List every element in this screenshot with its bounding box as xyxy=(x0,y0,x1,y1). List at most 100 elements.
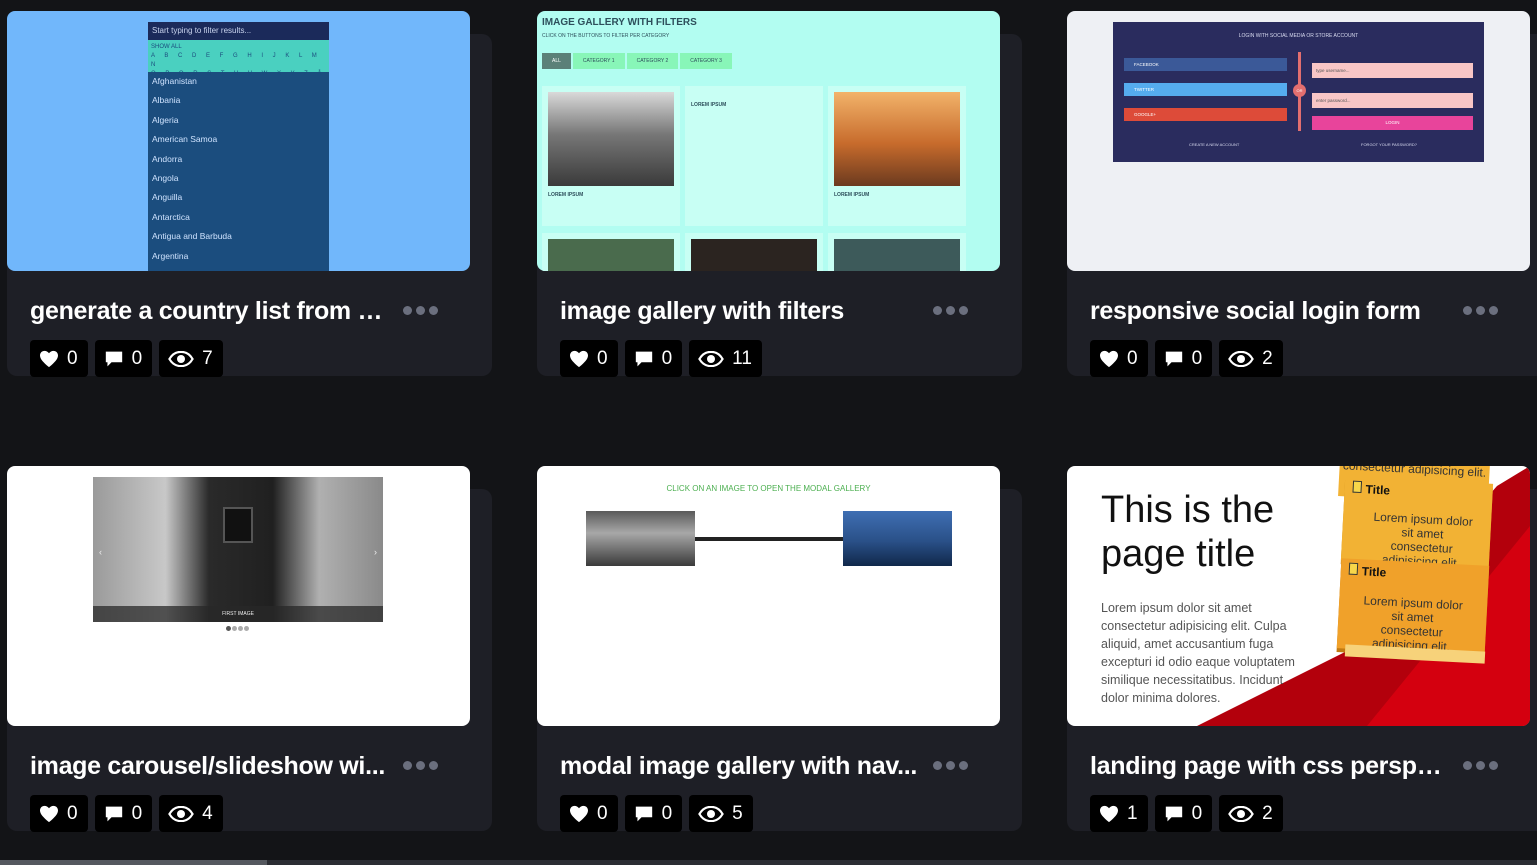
sticky-note: Title Lorem ipsum dolor sit amet consect… xyxy=(1340,476,1494,570)
pen-preview[interactable]: ‹ › FIRST IMAGE xyxy=(7,466,470,726)
filter-button: CATEGORY 3 xyxy=(680,53,732,69)
comment-button[interactable]: 0 xyxy=(624,340,683,377)
pen-card: ‹ › FIRST IMAGE image carousel/slideshow… xyxy=(7,466,492,832)
view-count: 7 xyxy=(202,347,213,369)
more-options-icon[interactable] xyxy=(933,761,968,770)
note-title: Title xyxy=(1352,480,1390,498)
sea-image xyxy=(548,92,674,186)
gallery-heading: IMAGE GALLERY WITH FILTERS xyxy=(542,17,697,28)
stats-row: 0 0 11 xyxy=(560,340,762,377)
more-options-icon[interactable] xyxy=(1463,761,1498,770)
like-button[interactable]: 0 xyxy=(1090,340,1148,377)
pen-grid: Start typing to filter results... SHOW A… xyxy=(0,0,1537,865)
create-account-link: CREATE A NEW ACCOUNT xyxy=(1189,142,1240,147)
like-count: 0 xyxy=(1127,347,1138,369)
country-item: Argentina xyxy=(152,250,189,261)
filter-button: ALL xyxy=(542,53,571,69)
filter-button: CATEGORY 1 xyxy=(572,53,625,69)
like-count: 0 xyxy=(597,802,608,824)
login-heading: LOGIN WITH SOCIAL MEDIA OR STORE ACCOUNT xyxy=(1238,33,1359,39)
heart-icon xyxy=(40,805,58,822)
pen-title[interactable]: landing page with css perspec... xyxy=(1090,752,1450,781)
view-count: 4 xyxy=(202,802,213,824)
comment-button[interactable]: 0 xyxy=(94,340,153,377)
title-row: image carousel/slideshow wi... xyxy=(30,748,470,784)
pen-preview[interactable]: CLICK ON AN IMAGE TO OPEN THE MODAL GALL… xyxy=(537,466,1000,726)
or-badge: OR xyxy=(1293,84,1306,97)
eye-icon xyxy=(168,350,194,367)
pen-card: This is the page title Lorem ipsum dolor… xyxy=(1067,466,1537,832)
stats-row: 0 0 4 xyxy=(30,795,223,832)
landing-page-title: This is the page title xyxy=(1101,488,1274,576)
pen-title[interactable]: generate a country list from a... xyxy=(30,297,390,326)
login-button: LOGIN xyxy=(1312,116,1473,130)
like-count: 0 xyxy=(67,347,78,369)
letters-row: A B C D E F G H I J K L M N xyxy=(151,53,321,68)
title-row: modal image gallery with nav... xyxy=(560,748,1000,784)
gallery-subheading: CLICK ON THE BUTTONS TO FILTER PER CATEG… xyxy=(542,33,670,39)
pen-title[interactable]: image gallery with filters xyxy=(560,297,920,326)
scrollbar-thumb[interactable] xyxy=(0,860,267,865)
modal-gallery-heading: CLICK ON AN IMAGE TO OPEN THE MODAL GALL… xyxy=(666,484,871,493)
pen-preview[interactable]: LOGIN WITH SOCIAL MEDIA OR STORE ACCOUNT… xyxy=(1067,11,1530,271)
country-item: Albania xyxy=(152,95,181,106)
filter-buttons: ALL CATEGORY 1 CATEGORY 2 CATEGORY 3 xyxy=(542,53,732,69)
stats-row: 0 0 5 xyxy=(560,795,753,832)
pen-preview[interactable]: Start typing to filter results... SHOW A… xyxy=(7,11,470,271)
like-count: 0 xyxy=(67,802,78,824)
country-item: Antigua and Barbuda xyxy=(152,231,232,242)
gallery-tile: LOREM IPSUM xyxy=(542,86,680,226)
view-count: 2 xyxy=(1262,347,1273,369)
like-count: 0 xyxy=(597,347,608,369)
heart-icon xyxy=(40,350,58,367)
comment-button[interactable]: 0 xyxy=(1154,340,1213,377)
horizontal-scrollbar[interactable] xyxy=(0,860,1537,865)
more-options-icon[interactable] xyxy=(1463,306,1498,315)
tile-title: LOREM IPSUM xyxy=(834,192,870,198)
comment-icon xyxy=(105,351,122,366)
pen-preview[interactable]: IMAGE GALLERY WITH FILTERS CLICK ON THE … xyxy=(537,11,1000,271)
heart-icon xyxy=(1100,805,1118,822)
comment-button[interactable]: 0 xyxy=(94,795,153,832)
like-button[interactable]: 0 xyxy=(560,340,618,377)
country-item: Anguilla xyxy=(152,192,183,203)
comment-button[interactable]: 0 xyxy=(624,795,683,832)
landing-page-text: Lorem ipsum dolor sit amet consectetur a… xyxy=(1101,601,1295,705)
pen-title[interactable]: image carousel/slideshow wi... xyxy=(30,752,390,781)
view-count: 5 xyxy=(732,802,743,824)
comment-icon xyxy=(635,351,652,366)
comment-icon xyxy=(635,806,652,821)
like-button[interactable]: 0 xyxy=(30,795,88,832)
more-options-icon[interactable] xyxy=(403,306,438,315)
comment-button[interactable]: 0 xyxy=(1154,795,1213,832)
country-list-panel: Start typing to filter results... SHOW A… xyxy=(148,22,329,271)
facebook-button: FACEBOOK xyxy=(1124,58,1287,71)
more-options-icon[interactable] xyxy=(403,761,438,770)
like-button[interactable]: 1 xyxy=(1090,795,1148,832)
password-field: enter password... xyxy=(1312,93,1473,108)
slide-caption: FIRST IMAGE xyxy=(93,606,383,622)
filter-input: Start typing to filter results... xyxy=(148,22,329,40)
gallery-tile xyxy=(828,233,966,271)
prev-arrow-icon: ‹ xyxy=(99,547,102,557)
country-item: Angola xyxy=(152,172,179,183)
title-row: responsive social login form xyxy=(1090,293,1530,329)
comment-count: 0 xyxy=(1191,347,1203,369)
more-options-icon[interactable] xyxy=(933,306,968,315)
title-row: image gallery with filters xyxy=(560,293,1000,329)
pen-title[interactable]: responsive social login form xyxy=(1090,297,1450,326)
camera-icon xyxy=(223,507,253,543)
title-row: landing page with css perspec... xyxy=(1090,748,1530,784)
title-row: generate a country list from a... xyxy=(30,293,470,329)
note-title-text: Title xyxy=(1361,564,1387,580)
like-button[interactable]: 0 xyxy=(560,795,618,832)
next-arrow-icon: › xyxy=(374,547,377,557)
pen-preview[interactable]: This is the page title Lorem ipsum dolor… xyxy=(1067,466,1530,726)
pen-title[interactable]: modal image gallery with nav... xyxy=(560,752,920,781)
comment-count: 0 xyxy=(131,802,143,824)
stats-row: 0 0 7 xyxy=(30,340,223,377)
pen-card: Start typing to filter results... SHOW A… xyxy=(7,11,492,377)
views-stat: 5 xyxy=(689,795,753,832)
like-button[interactable]: 0 xyxy=(30,340,88,377)
google-button: GOOGLE+ xyxy=(1124,108,1287,121)
